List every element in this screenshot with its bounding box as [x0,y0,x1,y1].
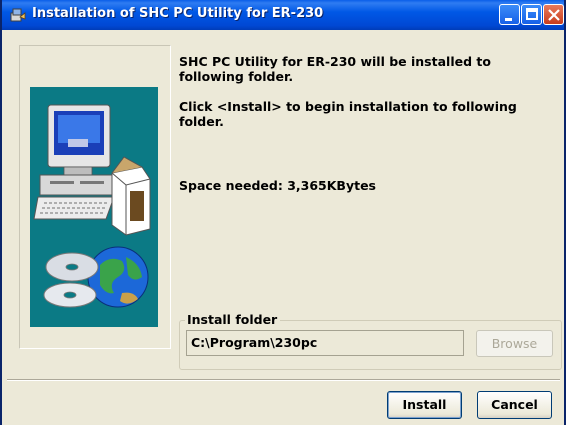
close-button[interactable] [543,4,564,25]
install-folder-legend: Install folder [185,312,281,327]
minimize-icon [505,18,512,21]
install-instruction-message: Click <Install> to begin installation to… [179,99,517,129]
installer-window: Installation of SHC PC Utility for ER-23… [0,0,566,425]
minimize-button[interactable] [499,4,520,25]
maximize-button[interactable] [521,4,542,25]
browse-button[interactable]: Browse [476,330,553,357]
space-needed-text: Space needed: 3,365KBytes [179,178,376,193]
footer-separator [7,379,560,381]
title-bar[interactable]: Installation of SHC PC Utility for ER-23… [2,0,564,30]
setup-icon [10,7,26,23]
install-button[interactable]: Install [387,391,462,419]
computer-globe-cd-icon [33,104,151,308]
maximize-icon [526,8,538,20]
install-path-field[interactable]: C:\Program\230pc [186,330,464,356]
window-title: Installation of SHC PC Utility for ER-23… [32,6,324,21]
install-destination-message: SHC PC Utility for ER-230 will be instal… [179,54,491,84]
installer-artwork [30,87,158,327]
cancel-button[interactable]: Cancel [477,391,552,419]
close-icon [548,9,560,21]
